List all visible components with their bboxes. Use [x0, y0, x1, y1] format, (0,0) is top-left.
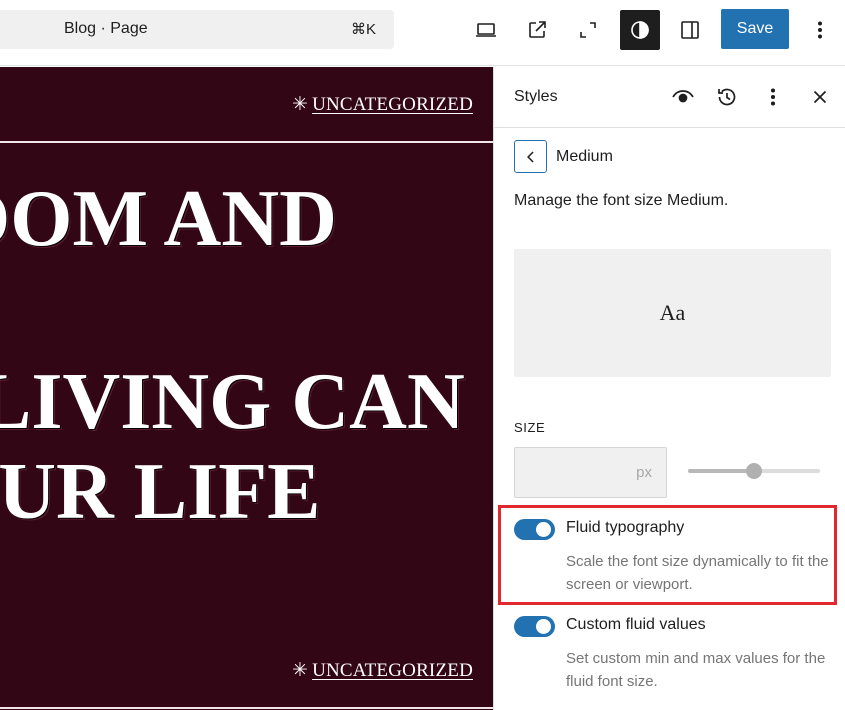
- asterisk-icon: ✳: [291, 94, 309, 115]
- custom-fluid-help: Set custom min and max values for the fl…: [566, 650, 826, 690]
- options-button[interactable]: [800, 10, 840, 50]
- close-icon: [813, 90, 827, 104]
- sidebar-toggle-icon: [681, 21, 699, 39]
- command-palette-button[interactable]: Blog · Page ⌘K: [0, 10, 394, 49]
- post-title-line-3[interactable]: OUR LIFE: [0, 452, 321, 532]
- slider-fill: [688, 469, 754, 473]
- size-label: SIZE: [514, 420, 546, 435]
- asterisk-icon: ✳: [291, 660, 309, 681]
- settings-sidebar-button[interactable]: [670, 10, 710, 50]
- post-title-line-2[interactable]: LIVING CAN: [0, 362, 465, 442]
- styles-button[interactable]: [620, 10, 660, 50]
- editor-canvas[interactable]: ✳UNCATEGORIZED OOM AND LIVING CAN OUR LI…: [0, 67, 493, 710]
- command-palette-title: Blog · Page: [64, 20, 148, 37]
- category-link-bottom[interactable]: ✳ UNCATEGORIZED: [292, 659, 473, 682]
- desktop-preview-icon: [476, 23, 496, 37]
- post-title-line-1[interactable]: OOM AND: [0, 179, 337, 259]
- close-sidebar-button[interactable]: [806, 83, 834, 111]
- screen-title: Medium: [556, 148, 613, 165]
- revisions-button[interactable]: [713, 83, 741, 111]
- styles-contrast-icon: [631, 21, 649, 39]
- external-view-icon: [529, 21, 546, 38]
- desktop-preview-button[interactable]: [466, 10, 506, 50]
- separator: [0, 141, 493, 143]
- editor-toolbar: Blog · Page ⌘K Save: [0, 0, 845, 66]
- back-button[interactable]: [514, 140, 547, 173]
- chevron-left-icon: [526, 150, 534, 163]
- fullscreen-icon: [580, 22, 596, 38]
- sidebar-title: Styles: [514, 88, 558, 105]
- eye-icon: [672, 90, 694, 103]
- highlight-box: [498, 505, 837, 605]
- styles-sidebar: Styles Medium Manage the font size Mediu…: [493, 67, 845, 710]
- style-book-button[interactable]: [669, 83, 697, 111]
- more-options-icon: [818, 21, 823, 39]
- command-palette-shortcut: ⌘K: [350, 21, 376, 38]
- category-link-top[interactable]: ✳ UNCATEGORIZED: [292, 93, 473, 116]
- size-unit: px: [636, 464, 652, 481]
- styles-more-button[interactable]: [759, 83, 787, 111]
- save-button[interactable]: Save: [721, 9, 789, 49]
- size-input[interactable]: px: [514, 447, 667, 498]
- separator: [0, 707, 493, 709]
- preview-text: Aa: [659, 300, 686, 325]
- custom-fluid-label[interactable]: Custom fluid values: [566, 616, 706, 634]
- screen-description: Manage the font size Medium.: [514, 192, 729, 209]
- slider-thumb[interactable]: [746, 463, 762, 479]
- size-slider[interactable]: [688, 463, 820, 479]
- more-options-icon: [770, 88, 776, 106]
- history-icon: [718, 88, 736, 106]
- custom-fluid-toggle[interactable]: [514, 616, 555, 637]
- category-text: UNCATEGORIZED: [312, 660, 473, 681]
- font-size-preview: Aa: [514, 249, 831, 377]
- fullscreen-button[interactable]: [568, 10, 608, 50]
- sidebar-header: Styles: [494, 67, 845, 128]
- view-site-button[interactable]: [517, 10, 557, 50]
- category-text: UNCATEGORIZED: [312, 94, 473, 115]
